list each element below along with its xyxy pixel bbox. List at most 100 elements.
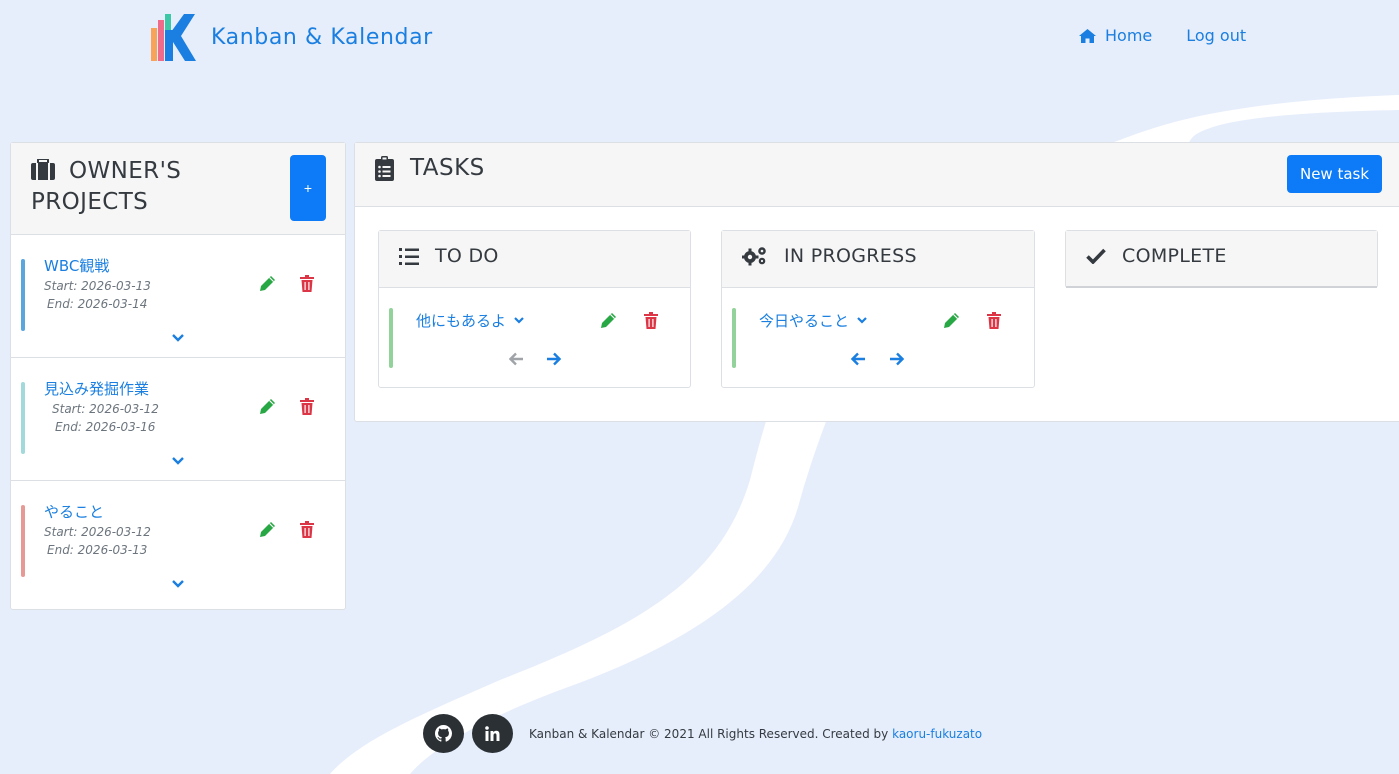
brand[interactable]: Kanban & Kalendar xyxy=(151,14,433,61)
projects-card: OWNER'S PROJECTS + WBC観戦 Start: 2026-03-… xyxy=(10,142,346,610)
column-title-text: COMPLETE xyxy=(1122,245,1227,267)
nav-logout-label: Log out xyxy=(1186,26,1247,45)
column-in-progress: IN PROGRESS 今日やること xyxy=(721,230,1035,388)
projects-header: OWNER'S PROJECTS + xyxy=(11,143,345,235)
home-icon xyxy=(1079,28,1096,43)
task-name-text: 他にもあるよ xyxy=(416,312,507,330)
column-header: TO DO xyxy=(379,231,690,288)
nav-links: Home Log out xyxy=(1078,26,1246,45)
list-icon xyxy=(399,247,419,265)
brand-name: Kanban & Kalendar xyxy=(211,25,433,50)
task-name-text: 今日やること xyxy=(759,312,850,330)
new-task-button[interactable]: New task xyxy=(1287,155,1382,193)
column-header: IN PROGRESS xyxy=(722,231,1034,288)
column-complete: COMPLETE xyxy=(1065,230,1378,288)
footer: Kanban & Kalendar © 2021 All Rights Rese… xyxy=(423,714,982,753)
tasks-title-text: TASKS xyxy=(410,155,485,181)
project-color-bar xyxy=(21,505,25,577)
trash-icon xyxy=(300,398,314,415)
delete-project-button[interactable] xyxy=(300,275,314,296)
pencil-icon xyxy=(601,313,616,328)
project-item: WBC観戦 Start: 2026-03-13 End: 2026-03-14 xyxy=(11,235,345,358)
projects-title: OWNER'S PROJECTS xyxy=(31,157,271,217)
tasks-card: TASKS New task TO DO 他にもあるよ IN PROGRESS … xyxy=(354,142,1399,422)
move-left-button[interactable] xyxy=(850,351,866,370)
footer-copyright: Kanban & Kalendar © 2021 All Rights Rese… xyxy=(529,726,893,741)
project-item: やること Start: 2026-03-12 End: 2026-03-13 xyxy=(11,481,345,604)
column-title: COMPLETE xyxy=(1086,245,1227,267)
move-left-button[interactable] xyxy=(508,351,524,370)
project-name[interactable]: やること xyxy=(44,501,104,522)
logo-icon xyxy=(151,14,196,61)
trash-icon xyxy=(300,521,314,538)
task-item: 他にもあるよ xyxy=(379,288,690,388)
column-title: TO DO xyxy=(399,245,499,267)
project-start-date: Start: 2026-03-12 xyxy=(44,525,151,539)
edit-task-button[interactable] xyxy=(600,312,617,333)
column-todo: TO DO 他にもあるよ xyxy=(378,230,691,388)
trash-icon xyxy=(987,312,1001,329)
pencil-icon xyxy=(260,522,275,537)
chevron-down-icon xyxy=(857,317,867,324)
pencil-icon xyxy=(260,276,275,291)
delete-project-button[interactable] xyxy=(300,521,314,542)
task-color-bar xyxy=(389,308,393,368)
chevron-down-icon xyxy=(172,334,184,342)
expand-project-button[interactable] xyxy=(172,573,184,592)
arrow-right-icon xyxy=(890,352,905,366)
project-start-date: Start: 2026-03-13 xyxy=(44,279,151,293)
column-title: IN PROGRESS xyxy=(742,245,917,267)
edit-project-button[interactable] xyxy=(259,398,276,419)
project-item: 見込み発掘作業 Start: 2026-03-12 End: 2026-03-1… xyxy=(11,358,345,481)
project-name[interactable]: WBC観戦 xyxy=(44,255,109,276)
chevron-down-icon xyxy=(172,457,184,465)
github-button[interactable] xyxy=(423,714,464,753)
linkedin-icon xyxy=(485,726,500,741)
pencil-icon xyxy=(260,399,275,414)
linkedin-button[interactable] xyxy=(472,714,513,753)
nav-home-label: Home xyxy=(1105,26,1153,45)
arrow-right-icon xyxy=(547,352,562,366)
nav-logout-link[interactable]: Log out xyxy=(1186,26,1246,45)
project-end-date: End: 2026-03-14 xyxy=(47,297,148,311)
chevron-down-icon xyxy=(514,317,524,324)
tasks-title: TASKS xyxy=(375,155,485,181)
project-end-date: End: 2026-03-16 xyxy=(55,420,156,434)
trash-icon xyxy=(644,312,658,329)
expand-project-button[interactable] xyxy=(172,327,184,346)
footer-author-link[interactable]: kaoru-fukuzato xyxy=(892,727,982,741)
expand-project-button[interactable] xyxy=(172,450,184,469)
nav-home-link[interactable]: Home xyxy=(1078,26,1152,45)
edit-project-button[interactable] xyxy=(259,521,276,542)
navbar: Kanban & Kalendar Home Log out xyxy=(0,0,1399,75)
edit-task-button[interactable] xyxy=(943,312,960,333)
github-icon xyxy=(435,725,452,742)
task-color-bar xyxy=(732,308,736,368)
project-name[interactable]: 見込み発掘作業 xyxy=(44,378,149,399)
project-color-bar xyxy=(21,382,25,454)
project-start-date: Start: 2026-03-12 xyxy=(52,402,159,416)
briefcase-icon xyxy=(31,158,55,188)
task-name[interactable]: 他にもあるよ xyxy=(416,310,524,331)
pencil-icon xyxy=(944,313,959,328)
trash-icon xyxy=(300,275,314,292)
column-title-text: IN PROGRESS xyxy=(784,245,917,267)
chevron-down-icon xyxy=(172,580,184,588)
delete-project-button[interactable] xyxy=(300,398,314,419)
check-icon xyxy=(1086,248,1106,264)
tasks-header: TASKS New task xyxy=(355,143,1399,207)
delete-task-button[interactable] xyxy=(644,312,658,333)
add-project-button[interactable]: + xyxy=(290,155,326,221)
move-right-button[interactable] xyxy=(889,351,905,370)
footer-text: Kanban & Kalendar © 2021 All Rights Rese… xyxy=(529,727,982,741)
project-end-date: End: 2026-03-13 xyxy=(47,543,148,557)
project-color-bar xyxy=(21,259,25,331)
task-name[interactable]: 今日やること xyxy=(759,310,867,331)
clipboard-icon xyxy=(375,155,394,181)
column-header: COMPLETE xyxy=(1066,231,1377,288)
arrow-left-icon xyxy=(850,352,865,366)
move-right-button[interactable] xyxy=(546,351,562,370)
arrow-left-icon xyxy=(508,352,523,366)
delete-task-button[interactable] xyxy=(987,312,1001,333)
edit-project-button[interactable] xyxy=(259,275,276,296)
